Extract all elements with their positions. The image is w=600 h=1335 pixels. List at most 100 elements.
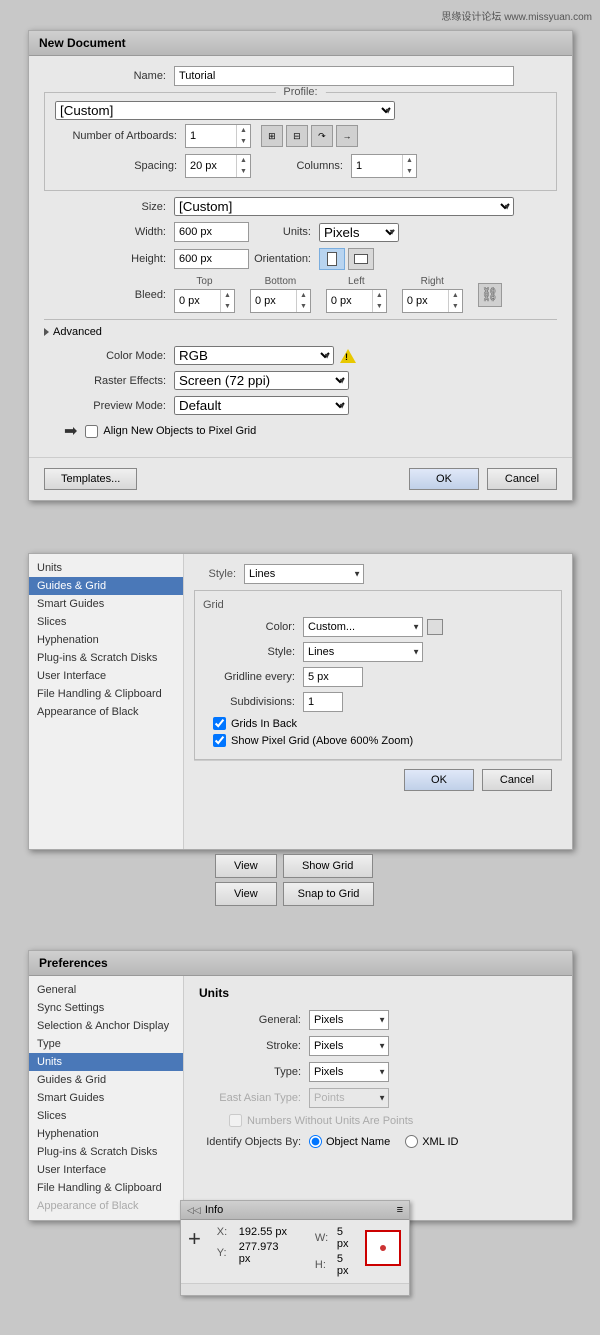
columns-down[interactable]: ▼	[403, 166, 416, 177]
show-pixel-grid-checkbox[interactable]	[213, 734, 226, 747]
cancel-button[interactable]: Cancel	[487, 468, 557, 490]
prefs-small-cancel-btn[interactable]: Cancel	[482, 769, 552, 791]
sidebar-item-guides-grid[interactable]: Guides & Grid	[29, 577, 183, 595]
grid-color-swatch[interactable]	[427, 619, 443, 635]
sidebar-item-units[interactable]: Units	[29, 559, 183, 577]
height-input[interactable]	[174, 249, 249, 269]
gridline-input[interactable]	[303, 667, 363, 687]
sidebar-item-plugins[interactable]: Plug-ins & Scratch Disks	[29, 649, 183, 667]
columns-arrows[interactable]: ▲ ▼	[402, 155, 416, 177]
raster-effects-select[interactable]: Screen (72 ppi)	[174, 371, 349, 390]
full-sidebar-black[interactable]: Appearance of Black	[29, 1197, 183, 1215]
bleed-link-btn[interactable]: ⛓	[478, 283, 502, 307]
artboards-down[interactable]: ▼	[237, 136, 250, 147]
full-sidebar-type[interactable]: Type	[29, 1035, 183, 1053]
full-sidebar-units[interactable]: Units	[29, 1053, 183, 1071]
bleed-top-down[interactable]: ▼	[221, 301, 234, 312]
full-sidebar-smart-guides[interactable]: Smart Guides	[29, 1089, 183, 1107]
spacing-stepper[interactable]: ▲ ▼	[185, 154, 251, 178]
xml-id-option[interactable]: XML ID	[405, 1135, 458, 1148]
xml-id-radio[interactable]	[405, 1135, 418, 1148]
bleed-top-input[interactable]	[175, 291, 220, 311]
name-input[interactable]	[174, 66, 514, 86]
landscape-btn[interactable]	[348, 248, 374, 270]
layout-grid-icon[interactable]: ⊞	[261, 125, 283, 147]
full-sidebar-guides-grid[interactable]: Guides & Grid	[29, 1071, 183, 1089]
columns-input[interactable]	[352, 156, 402, 176]
bleed-bottom-up[interactable]: ▲	[297, 290, 310, 301]
columns-stepper[interactable]: ▲ ▼	[351, 154, 417, 178]
sidebar-item-ui[interactable]: User Interface	[29, 667, 183, 685]
ok-button[interactable]: OK	[409, 468, 479, 490]
bleed-bottom-down[interactable]: ▼	[297, 301, 310, 312]
layout-arrow-icon[interactable]: →	[336, 125, 358, 147]
advanced-triangle-icon[interactable]	[44, 328, 49, 336]
subdivisions-input[interactable]	[303, 692, 343, 712]
bleed-bottom-input[interactable]	[251, 291, 296, 311]
guide-style-select-wrapper[interactable]: Lines	[244, 564, 364, 584]
profile-select[interactable]: [Custom]	[55, 101, 395, 120]
units-type-select-wrap[interactable]: Pixels	[309, 1062, 389, 1082]
grid-style-select-wrapper[interactable]: Lines	[303, 642, 423, 662]
full-sidebar-file[interactable]: File Handling & Clipboard	[29, 1179, 183, 1197]
bleed-left-down[interactable]: ▼	[373, 301, 386, 312]
units-general-select-wrap[interactable]: Pixels	[309, 1010, 389, 1030]
info-menu-icon[interactable]: ≡	[397, 1204, 403, 1216]
bleed-left-input[interactable]	[327, 291, 372, 311]
sidebar-item-appearance-black[interactable]: Appearance of Black	[29, 703, 183, 721]
artboards-up[interactable]: ▲	[237, 125, 250, 136]
snap-to-grid-button[interactable]: Snap to Grid	[283, 882, 375, 906]
full-sidebar-sync[interactable]: Sync Settings	[29, 999, 183, 1017]
full-sidebar-slices[interactable]: Slices	[29, 1107, 183, 1125]
sidebar-item-hyphenation[interactable]: Hyphenation	[29, 631, 183, 649]
bleed-bottom-stepper[interactable]: ▲ ▼	[250, 289, 311, 313]
artboards-arrows[interactable]: ▲ ▼	[236, 125, 250, 147]
full-sidebar-plugins[interactable]: Plug-ins & Scratch Disks	[29, 1143, 183, 1161]
raster-effects-select-wrapper[interactable]: Screen (72 ppi)	[174, 371, 349, 390]
artboards-input[interactable]	[186, 126, 236, 146]
spacing-arrows[interactable]: ▲ ▼	[236, 155, 250, 177]
bleed-left-up[interactable]: ▲	[373, 290, 386, 301]
align-pixel-checkbox[interactable]	[85, 425, 98, 438]
bleed-top-up[interactable]: ▲	[221, 290, 234, 301]
units-type-select[interactable]: Pixels	[309, 1062, 389, 1082]
spacing-up[interactable]: ▲	[237, 155, 250, 166]
bleed-right-stepper[interactable]: ▲ ▼	[402, 289, 463, 313]
sidebar-item-slices[interactable]: Slices	[29, 613, 183, 631]
color-mode-select-wrapper[interactable]: RGB	[174, 346, 334, 365]
bleed-bottom-arrows[interactable]: ▲ ▼	[296, 290, 310, 312]
layout-right-icon[interactable]: ↷	[311, 125, 333, 147]
bleed-left-stepper[interactable]: ▲ ▼	[326, 289, 387, 313]
size-select[interactable]: [Custom]	[174, 197, 514, 216]
width-input[interactable]	[174, 222, 249, 242]
size-select-wrapper[interactable]: [Custom]	[174, 197, 514, 216]
sidebar-item-file-handling[interactable]: File Handling & Clipboard	[29, 685, 183, 703]
layout-row-icon[interactable]: ⊟	[286, 125, 308, 147]
bleed-right-down[interactable]: ▼	[449, 301, 462, 312]
templates-button[interactable]: Templates...	[44, 468, 137, 490]
bleed-top-stepper[interactable]: ▲ ▼	[174, 289, 235, 313]
full-sidebar-selection[interactable]: Selection & Anchor Display	[29, 1017, 183, 1035]
units-stroke-select-wrap[interactable]: Pixels	[309, 1036, 389, 1056]
columns-up[interactable]: ▲	[403, 155, 416, 166]
color-mode-select[interactable]: RGB	[174, 346, 334, 365]
bleed-left-arrows[interactable]: ▲ ▼	[372, 290, 386, 312]
bleed-top-arrows[interactable]: ▲ ▼	[220, 290, 234, 312]
portrait-btn[interactable]	[319, 248, 345, 270]
object-name-radio[interactable]	[309, 1135, 322, 1148]
profile-select-wrapper[interactable]: [Custom]	[55, 101, 395, 120]
spacing-input[interactable]	[186, 156, 236, 176]
object-name-option[interactable]: Object Name	[309, 1135, 390, 1148]
artboards-stepper[interactable]: ▲ ▼	[185, 124, 251, 148]
preview-mode-select[interactable]: Default	[174, 396, 349, 415]
full-sidebar-ui[interactable]: User Interface	[29, 1161, 183, 1179]
bleed-right-arrows[interactable]: ▲ ▼	[448, 290, 462, 312]
bleed-right-input[interactable]	[403, 291, 448, 311]
full-sidebar-hyphenation[interactable]: Hyphenation	[29, 1125, 183, 1143]
full-sidebar-general[interactable]: General	[29, 981, 183, 999]
grid-style-select[interactable]: Lines	[303, 642, 423, 662]
units-general-select[interactable]: Pixels	[309, 1010, 389, 1030]
sidebar-item-smart-guides[interactable]: Smart Guides	[29, 595, 183, 613]
spacing-down[interactable]: ▼	[237, 166, 250, 177]
units-select-wrapper[interactable]: Pixels	[319, 223, 399, 242]
